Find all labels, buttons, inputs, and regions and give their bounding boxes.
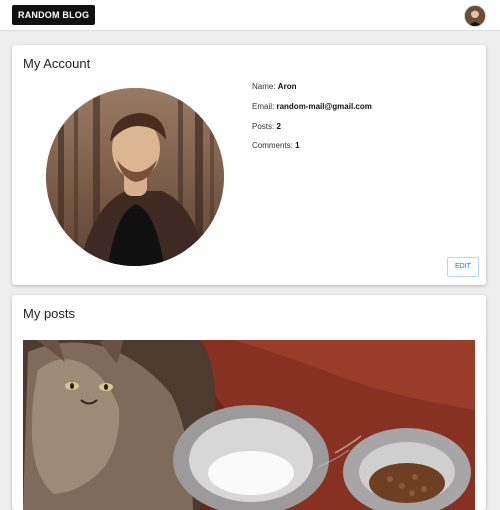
account-email-row: Email: random-mail@gmail.com (252, 102, 372, 111)
profile-image (46, 88, 224, 266)
avatar-image (465, 6, 485, 26)
profile-photo (46, 88, 224, 266)
comments-value: 1 (295, 141, 300, 150)
account-posts-row: Posts: 2 (252, 122, 281, 131)
brand-logo[interactable]: RANDOM BLOG (12, 5, 96, 25)
post-image[interactable] (23, 340, 475, 510)
edit-button[interactable]: EDIT (447, 257, 479, 277)
account-name-row: Name: Aron (252, 82, 296, 91)
account-title: My Account (23, 56, 91, 71)
name-label: Name: (252, 82, 276, 91)
top-app-bar: RANDOM BLOG (0, 0, 500, 31)
account-comments-row: Comments: 1 (252, 141, 300, 150)
email-value: random-mail@gmail.com (276, 102, 372, 111)
posts-card: My posts (12, 295, 486, 510)
comments-label: Comments: (252, 141, 293, 150)
posts-value: 2 (276, 122, 281, 131)
account-card: My Account Name: Aron Email: random-mail… (12, 45, 486, 285)
posts-label: Posts: (252, 122, 275, 131)
posts-title: My posts (23, 306, 76, 321)
email-label: Email: (252, 102, 275, 111)
user-avatar[interactable] (464, 5, 486, 27)
cat-bowls-image (23, 340, 475, 510)
name-value: Aron (277, 82, 297, 91)
